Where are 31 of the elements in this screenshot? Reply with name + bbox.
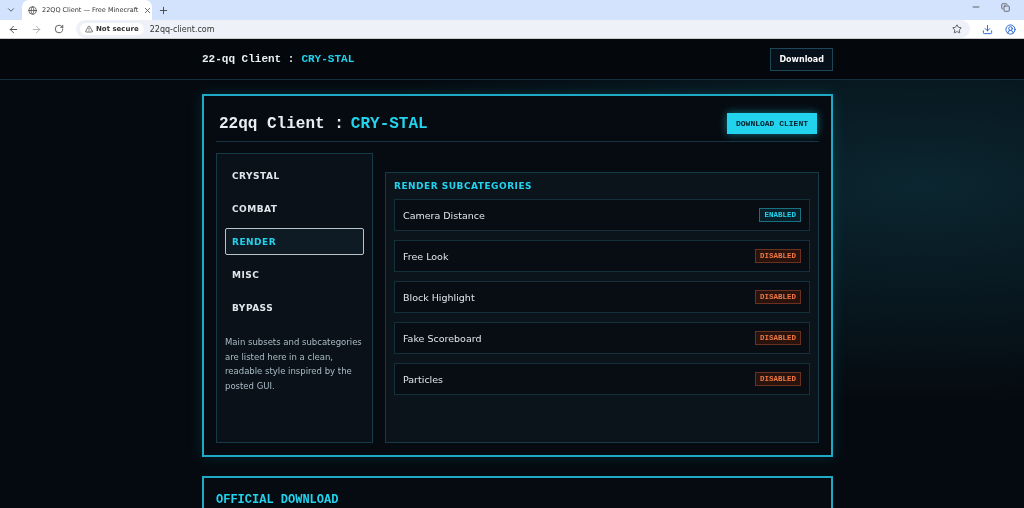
restore-icon[interactable] (1001, 2, 1010, 12)
category-item[interactable]: COMBAT (225, 195, 364, 222)
site-brand-accent: CRY-STAL (301, 53, 355, 65)
download-client-button[interactable]: DOWNLOAD CLIENT (727, 113, 817, 134)
back-icon[interactable] (8, 23, 19, 35)
subcategory-name: Block Highlight (403, 291, 475, 303)
download-icon[interactable] (982, 23, 993, 35)
url-text: 22qq-client.com (149, 24, 215, 34)
site-brand: 22-qq Client : (202, 53, 295, 65)
card-title-accent: CRY-STAL (350, 114, 428, 133)
reload-icon[interactable] (54, 24, 64, 34)
new-tab-icon[interactable] (158, 4, 169, 16)
subcategory-name: Particles (403, 373, 444, 385)
subcategory-name: Fake Scoreboard (403, 332, 482, 344)
panel-heading: RENDER SUBCATEGORIES (394, 181, 534, 191)
globe-icon (28, 5, 37, 15)
card-title: 22qq Client : (219, 114, 344, 133)
warning-icon (85, 25, 93, 33)
sidebar-description: Main subsets and subcategories are listed here in a clean, readable style inspired by the posted GUI. (225, 336, 363, 393)
star-icon[interactable] (952, 24, 962, 34)
subcategory-name: Free Look (403, 250, 449, 262)
close-icon[interactable] (143, 5, 153, 15)
category-item[interactable]: BYPASS (225, 294, 364, 321)
category-item[interactable]: MISC (225, 261, 364, 288)
download-button[interactable]: Download (770, 47, 833, 71)
subcategory-name: Camera Distance (403, 209, 485, 221)
category-item[interactable]: CRYSTAL (225, 162, 364, 189)
section-title: OFFICIAL DOWNLOAD (216, 493, 339, 507)
profile-icon[interactable] (1005, 23, 1016, 35)
tab-list-icon[interactable] (6, 5, 16, 15)
category-item[interactable]: RENDER (225, 228, 364, 255)
